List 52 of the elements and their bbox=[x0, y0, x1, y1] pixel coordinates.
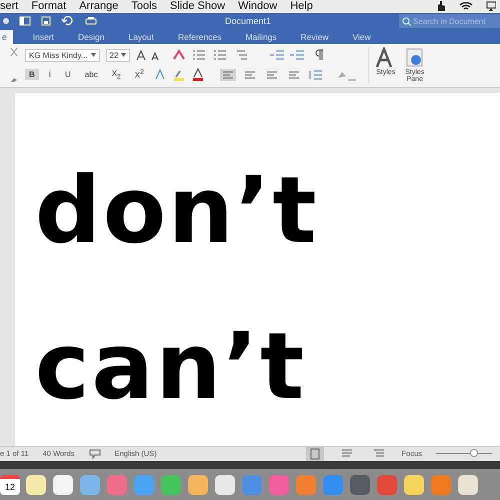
format-button[interactable]: B bbox=[25, 69, 39, 80]
ribbon-tab[interactable]: View bbox=[348, 30, 375, 44]
format-button[interactable]: X$^{2}$ bbox=[130, 68, 148, 81]
menu-item[interactable]: Arrange bbox=[79, 0, 118, 12]
font-size-dropdown[interactable]: 22 bbox=[106, 48, 130, 62]
menu-item[interactable]: Slide Show bbox=[170, 0, 226, 12]
window-button[interactable] bbox=[3, 18, 9, 24]
pilcrow-icon[interactable] bbox=[314, 49, 324, 62]
display-icon[interactable] bbox=[486, 1, 496, 12]
print-layout-icon[interactable] bbox=[306, 446, 324, 460]
styles-pane-icon bbox=[404, 47, 425, 70]
format-button[interactable]: I bbox=[44, 69, 56, 80]
ribbon-tab[interactable]: References bbox=[174, 30, 226, 44]
wifi-icon[interactable] bbox=[459, 1, 473, 12]
format-button[interactable]: U bbox=[61, 69, 75, 80]
menu-item[interactable]: Help bbox=[290, 0, 313, 12]
app-icon[interactable] bbox=[187, 474, 209, 496]
app-icon[interactable] bbox=[457, 474, 479, 496]
app-icon[interactable] bbox=[25, 474, 47, 496]
window-title: Document1 bbox=[224, 16, 272, 26]
app-icon[interactable] bbox=[403, 474, 425, 496]
ribbon-tab[interactable]: Insert bbox=[28, 30, 58, 44]
ribbon-tab[interactable]: Mailings bbox=[241, 30, 281, 44]
calendar-icon[interactable]: 12 bbox=[0, 474, 20, 495]
undo-icon[interactable] bbox=[61, 16, 75, 26]
menu-item[interactable]: sert bbox=[0, 0, 18, 12]
document-text: don’t bbox=[35, 156, 320, 266]
ribbon-tab[interactable]: e bbox=[0, 30, 13, 44]
search-icon bbox=[402, 16, 411, 26]
save-icon[interactable] bbox=[41, 16, 51, 26]
caret-icon bbox=[121, 53, 126, 58]
cut-icon[interactable] bbox=[9, 47, 19, 58]
ribbon-tab[interactable]: Layout bbox=[124, 30, 158, 44]
line-spacing-icon[interactable] bbox=[308, 68, 358, 81]
app-icon[interactable] bbox=[349, 474, 371, 496]
app-icon[interactable] bbox=[52, 474, 74, 496]
align-button[interactable] bbox=[220, 68, 236, 81]
ribbon-tab[interactable]: Design bbox=[74, 30, 108, 44]
menu-item[interactable]: Tools bbox=[131, 0, 158, 12]
menu-item[interactable]: Format bbox=[31, 0, 66, 12]
menu-item[interactable]: Window bbox=[238, 0, 278, 12]
format-button[interactable]: abc bbox=[80, 69, 102, 80]
zoom-slider-thumb[interactable] bbox=[470, 449, 478, 457]
caret-icon bbox=[90, 53, 96, 58]
sidebar-icon[interactable] bbox=[19, 16, 31, 26]
font-dropdown[interactable]: KG Miss Kindy... bbox=[25, 48, 100, 62]
ribbon-tab[interactable]: Review bbox=[296, 30, 333, 44]
app-icon[interactable] bbox=[214, 474, 236, 496]
search-field[interactable]: Search in Document bbox=[399, 14, 500, 28]
print-icon[interactable] bbox=[85, 16, 97, 26]
document-text: can’t bbox=[35, 312, 308, 422]
format-button[interactable]: X$_{2}$ bbox=[108, 68, 125, 82]
